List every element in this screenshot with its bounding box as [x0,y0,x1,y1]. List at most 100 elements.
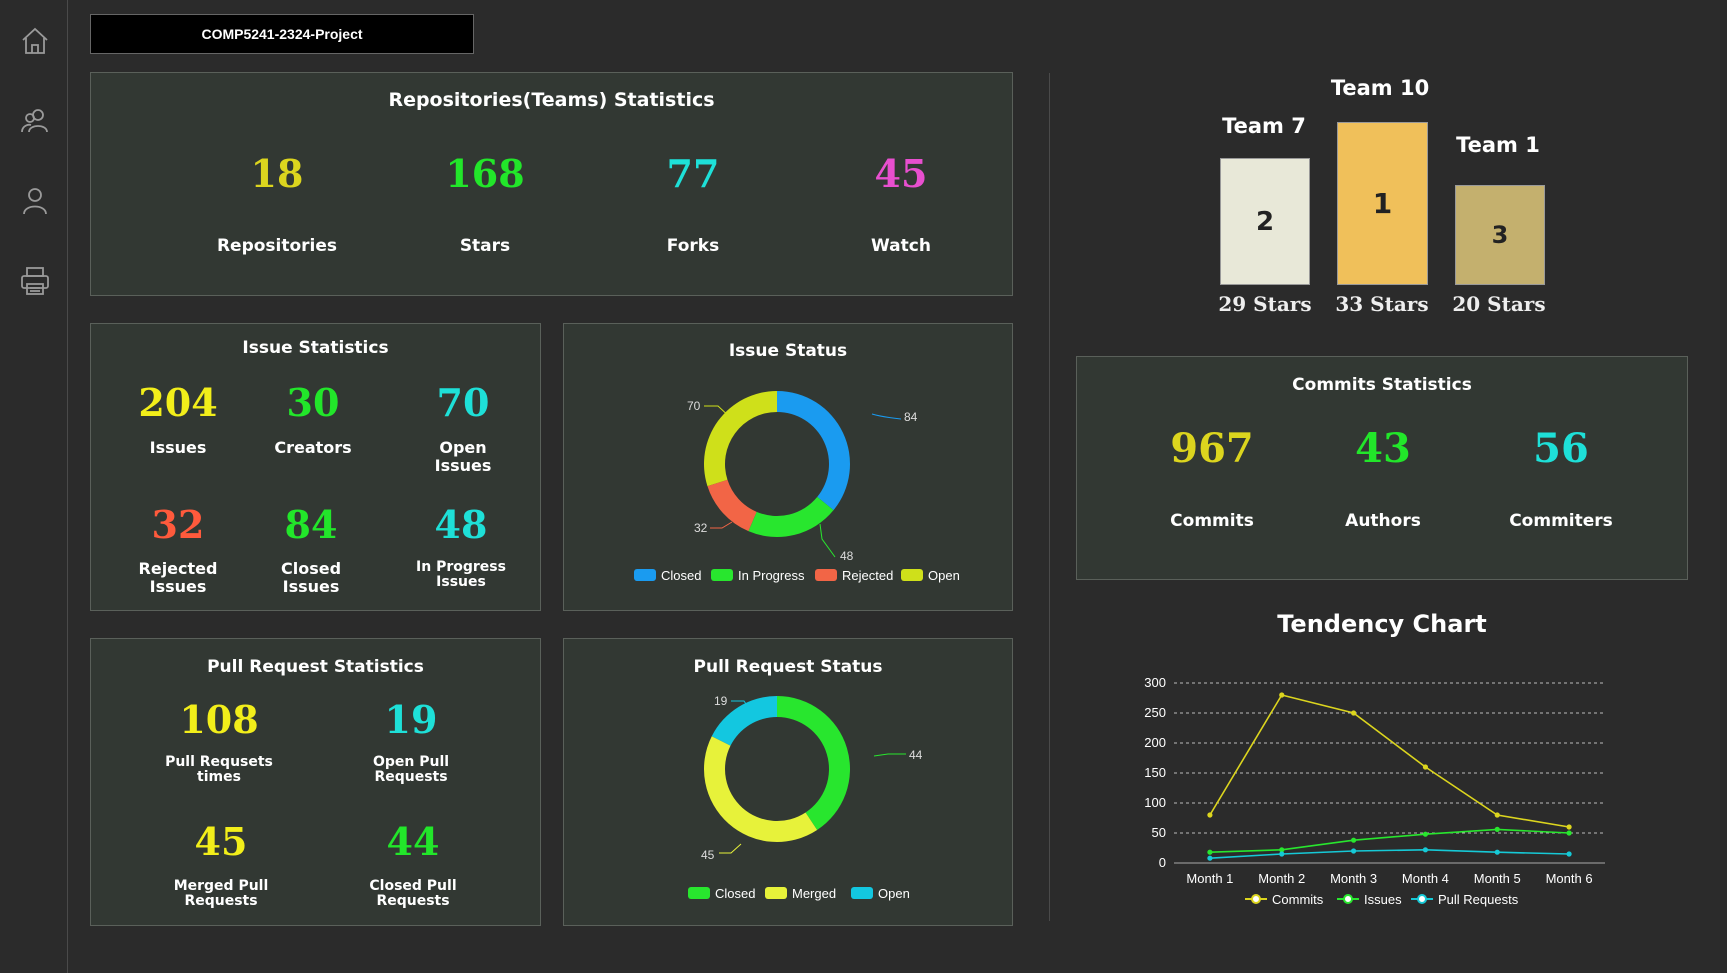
x-tick-label: Month 1 [1186,871,1233,886]
pr-times-label: Pull Requsets times [165,754,273,786]
authors-value: 43 [1355,425,1411,472]
legend-issues: Issues [1364,892,1402,907]
open-data-label: 70 [687,399,701,413]
commit-stats-panel: Commits Statistics 967 Commits 43 Author… [1076,356,1688,580]
point-issues[interactable] [1207,849,1213,855]
y-tick-label: 300 [1144,675,1166,690]
pr-stats-panel: Pull Request Statistics 108 Pull Requset… [90,638,541,926]
point-issues[interactable] [1494,826,1500,832]
y-tick-label: 0 [1159,855,1166,870]
donut-slice-merged[interactable] [704,736,818,842]
commits-label: Commits [1170,511,1254,531]
point-commits[interactable] [1207,812,1213,818]
merged-data-label: 45 [701,848,715,862]
panel-title: Commits Statistics [1292,375,1472,395]
commits-value: 967 [1170,425,1254,472]
issues-label: Issues [149,438,207,457]
repo-stats-panel: Repositories(Teams) Statistics 18 Reposi… [90,72,1013,296]
merged-leader-line [719,843,742,854]
legend-swatch-in-progress [711,569,733,581]
legend-marker-pull-requests [1417,894,1427,904]
closed-issues-value: 84 [284,502,338,547]
point-commits[interactable] [1350,710,1357,716]
in-progress-issues-value: 48 [434,502,488,547]
legend-swatch-merged [765,887,787,899]
issue-status-panel: Issue Status 84 48 32 70 Closed In Progr… [563,323,1013,611]
in-progress-data-label: 48 [840,549,854,563]
podium-team-first: Team 10 [1330,76,1430,100]
point-issues[interactable] [1350,837,1357,843]
repositories-value: 18 [250,151,304,196]
creators-label: Creators [274,438,352,457]
series-line-issues [1209,828,1570,853]
stars-label: Stars [459,236,511,256]
commiters-label: Commiters [1509,511,1613,531]
users-icon[interactable] [18,104,52,138]
point-pull-requests[interactable] [1279,851,1285,857]
legend-swatch-closed [634,569,656,581]
podium-stars-third: 20 Stars [1452,292,1546,316]
y-tick-label: 50 [1152,825,1166,840]
stars-value: 168 [445,151,525,196]
point-issues[interactable] [1422,831,1429,837]
legend-closed: Closed [661,568,701,583]
legend-swatch-open [901,569,923,581]
chart-title: Tendency Chart [1277,610,1487,638]
podium-team-second: Team 7 [1222,114,1306,138]
creators-value: 30 [286,380,340,425]
donut-slice-open[interactable] [704,391,777,487]
point-pull-requests[interactable] [1566,851,1572,857]
legend-marker-issues [1343,894,1353,904]
x-tick-label: Month 2 [1258,871,1305,886]
legend-in-progress: In Progress [738,568,805,583]
series-line-commits [1209,694,1570,828]
panel-title: Repositories(Teams) Statistics [388,89,715,111]
pr-status-chart: 44 45 19 Closed Merged Open [688,694,923,901]
open-issues-label: Open Issues [434,438,492,475]
legend-open: Open [928,568,960,583]
x-tick-label: Month 4 [1402,871,1449,886]
podium-team-third: Team 1 [1456,133,1540,157]
point-pull-requests[interactable] [1207,855,1213,861]
donut-slice-closed[interactable] [777,696,850,830]
donut-slice-closed[interactable] [777,391,850,511]
podium-bar-third: 3 [1455,185,1545,285]
in-progress-leader-line [819,523,836,558]
point-commits[interactable] [1566,824,1572,830]
x-tick-label: Month 6 [1546,871,1593,886]
podium-stars-first: 33 Stars [1335,292,1429,316]
point-issues[interactable] [1566,830,1572,836]
authors-label: Authors [1345,511,1421,531]
watch-value: 45 [874,151,928,196]
point-pull-requests[interactable] [1494,849,1500,855]
x-tick-label: Month 5 [1474,871,1521,886]
donut-slice-rejected[interactable] [707,479,757,532]
printer-icon[interactable] [18,264,52,298]
closed-pr-value: 44 [386,819,440,864]
legend-commits: Commits [1272,892,1324,907]
point-pull-requests[interactable] [1422,847,1429,853]
open-pr-label: Open Pull Requests [372,754,450,786]
user-icon[interactable] [18,184,52,218]
sidebar [0,0,68,973]
x-tick-label: Month 3 [1330,871,1377,886]
open-data-label: 19 [714,694,728,708]
open-issues-value: 70 [436,380,490,425]
point-pull-requests[interactable] [1350,848,1357,854]
legend-merged: Merged [792,886,836,901]
home-icon[interactable] [18,24,52,58]
y-tick-label: 200 [1144,735,1166,750]
pr-status-panel: Pull Request Status 44 45 19 Closed Merg… [563,638,1013,926]
watch-label: Watch [871,236,931,256]
panel-title: Issue Statistics [242,338,389,358]
project-title-button[interactable]: COMP5241-2324-Project [90,14,474,54]
legend-swatch-rejected [815,569,837,581]
point-commits[interactable] [1494,812,1500,818]
podium-bar-first: 1 [1337,122,1428,285]
rejected-issues-label: Rejected Issues [138,559,218,596]
rejected-data-label: 32 [694,521,708,535]
in-progress-issues-label: In Progress Issues [416,559,506,591]
open-pr-value: 19 [384,697,438,742]
point-commits[interactable] [1279,692,1285,698]
point-commits[interactable] [1422,764,1429,770]
